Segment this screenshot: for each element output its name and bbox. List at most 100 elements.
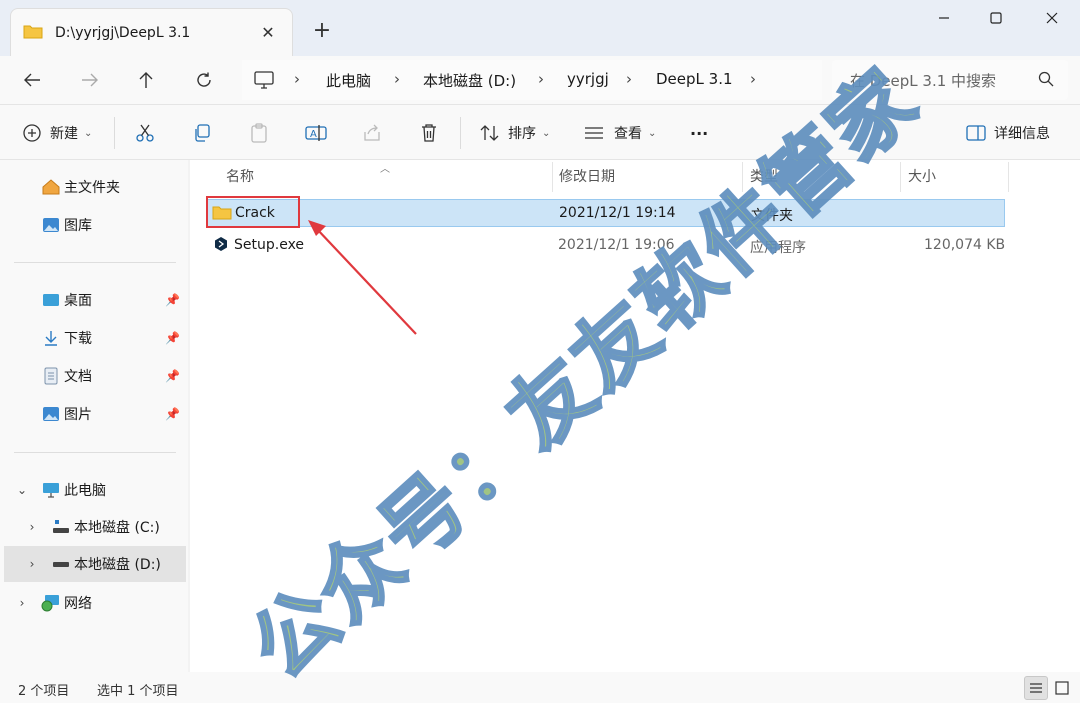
sidebar-item-label: 文档	[64, 369, 92, 385]
document-icon	[40, 367, 62, 385]
chevron-down-icon: ⌄	[84, 127, 93, 139]
view-button-label: 查看	[614, 126, 642, 142]
sidebar-item-downloads[interactable]: 下载 📌	[4, 320, 186, 356]
sidebar-item-label: 主文件夹	[64, 180, 120, 196]
pin-icon[interactable]: 📌	[165, 331, 180, 345]
gallery-icon	[40, 217, 62, 233]
pin-icon[interactable]: 📌	[165, 369, 180, 383]
search-placeholder: 在 DeepL 3.1 中搜索	[850, 72, 997, 90]
trash-icon	[422, 124, 436, 142]
sidebar-item-label: 图片	[64, 407, 92, 423]
navigation-bar: › 此电脑 › 本地磁盘 (D:) › yyrjgj › DeepL 3.1 ›…	[0, 56, 1080, 104]
chevron-down-icon: ⌄	[648, 127, 657, 139]
forward-button[interactable]	[72, 62, 108, 98]
copy-button[interactable]	[192, 115, 212, 151]
details-pane-button[interactable]: 详细信息	[966, 115, 1050, 151]
column-header-size[interactable]: 大小	[908, 166, 936, 186]
share-button[interactable]	[362, 115, 382, 151]
details-pane-icon	[966, 125, 986, 141]
monitor-icon	[254, 71, 274, 93]
view-button[interactable]: 查看 ⌄	[584, 115, 656, 151]
address-bar[interactable]: › 此电脑 › 本地磁盘 (D:) › yyrjgj › DeepL 3.1 ›	[242, 60, 822, 100]
cut-button[interactable]	[135, 115, 155, 151]
sidebar-divider	[14, 262, 176, 263]
title-bar: D:\yyrjgj\DeepL 3.1 ✕ +	[0, 0, 1080, 56]
search-input[interactable]: 在 DeepL 3.1 中搜索	[832, 60, 1068, 100]
minimize-button[interactable]	[916, 0, 972, 36]
sidebar-item-drive-c[interactable]: › 本地磁盘 (C:)	[4, 509, 186, 545]
chevron-right-icon[interactable]: ›	[12, 596, 32, 610]
column-header-name[interactable]: 名称	[226, 166, 254, 186]
file-date: 2021/12/1 19:14	[559, 205, 676, 221]
sidebar-item-this-pc[interactable]: ⌄ 此电脑	[4, 472, 186, 508]
chevron-right-icon[interactable]: ›	[22, 520, 42, 534]
command-bar: 新建 ⌄ A 排序 ⌄ 查看 ⌄ ··· 详细信息	[0, 104, 1080, 160]
more-options-button[interactable]: ···	[690, 115, 708, 151]
breadcrumb-this-pc[interactable]: 此电脑	[326, 70, 371, 91]
pin-icon[interactable]: 📌	[165, 407, 180, 421]
tiles-view-button[interactable]	[1050, 676, 1074, 700]
column-divider	[742, 162, 743, 192]
file-list: ︿ 名称 修改日期 类型 大小 Crack 2021/12/1 19:14 文件…	[190, 160, 1080, 672]
sidebar-item-label: 桌面	[64, 293, 92, 309]
sidebar-item-gallery[interactable]: 图库	[4, 207, 186, 243]
sidebar-item-label: 本地磁盘 (D:)	[74, 557, 161, 573]
scissors-icon	[136, 124, 154, 142]
sidebar-item-network[interactable]: › 网络	[4, 585, 186, 621]
navigation-pane: 主文件夹 图库 桌面 📌 下载 📌 文档 📌 图片 📌 ⌄ 此电脑 › 本地磁盘…	[0, 160, 188, 672]
new-tab-button[interactable]: +	[306, 14, 338, 46]
rename-button[interactable]: A	[305, 115, 327, 151]
toolbar-divider	[114, 117, 115, 149]
sidebar-item-documents[interactable]: 文档 📌	[4, 358, 186, 394]
sidebar-item-pictures[interactable]: 图片 📌	[4, 396, 186, 432]
details-view-button[interactable]	[1024, 676, 1048, 700]
refresh-icon	[197, 72, 211, 87]
sidebar-item-desktop[interactable]: 桌面 📌	[4, 282, 186, 318]
sort-button[interactable]: 排序 ⌄	[480, 115, 550, 151]
column-divider	[552, 162, 553, 192]
paste-button[interactable]	[249, 115, 269, 151]
up-button[interactable]	[128, 62, 164, 98]
chevron-right-icon: ›	[294, 70, 300, 88]
back-button[interactable]	[14, 62, 50, 98]
sidebar-item-drive-d[interactable]: › 本地磁盘 (D:)	[4, 546, 186, 582]
chevron-down-icon[interactable]: ⌄	[12, 483, 32, 497]
pin-icon[interactable]: 📌	[165, 293, 180, 307]
new-button-label: 新建	[50, 126, 78, 142]
table-row[interactable]: Crack 2021/12/1 19:14 文件夹	[206, 199, 1005, 227]
table-row[interactable]: Setup.exe 2021/12/1 19:06 应用程序 120,074 K…	[206, 232, 1005, 260]
forward-arrow-icon	[82, 73, 98, 87]
svg-text:A: A	[310, 129, 317, 140]
delete-button[interactable]	[419, 115, 439, 151]
chevron-right-icon: ›	[750, 70, 756, 88]
tiles-view-icon	[1055, 681, 1069, 695]
column-divider	[900, 162, 901, 192]
sidebar-item-home[interactable]: 主文件夹	[4, 169, 186, 205]
chevron-right-icon: ›	[626, 70, 632, 88]
chevron-right-icon[interactable]: ›	[22, 557, 42, 571]
chevron-right-icon: ›	[538, 70, 544, 88]
tab-title: D:\yyrjgj\DeepL 3.1	[55, 24, 191, 41]
maximize-button[interactable]	[968, 0, 1024, 36]
copy-icon	[195, 124, 210, 142]
breadcrumb-drive-d[interactable]: 本地磁盘 (D:)	[423, 70, 516, 91]
view-list-icon	[585, 127, 603, 139]
breadcrumb-deepl[interactable]: DeepL 3.1	[656, 70, 733, 88]
new-button[interactable]: 新建 ⌄	[22, 115, 92, 151]
column-header-date[interactable]: 修改日期	[559, 166, 615, 186]
back-arrow-icon	[24, 73, 40, 87]
tab-current[interactable]: D:\yyrjgj\DeepL 3.1 ✕	[10, 8, 293, 56]
sidebar-item-label: 图库	[64, 218, 92, 234]
toolbar-divider	[460, 117, 461, 149]
file-type: 应用程序	[750, 240, 806, 256]
column-header-type[interactable]: 类型	[750, 166, 778, 186]
sidebar-item-label: 此电脑	[64, 483, 106, 499]
close-window-button[interactable]	[1024, 0, 1080, 36]
selected-count: 选中 1 个项目	[97, 684, 179, 699]
breadcrumb-yyrjgj[interactable]: yyrjgj	[567, 70, 609, 88]
refresh-button[interactable]	[186, 62, 222, 98]
computer-icon	[40, 482, 62, 498]
desktop-icon	[40, 293, 62, 307]
network-icon	[40, 594, 62, 612]
close-tab-icon[interactable]: ✕	[252, 17, 284, 49]
